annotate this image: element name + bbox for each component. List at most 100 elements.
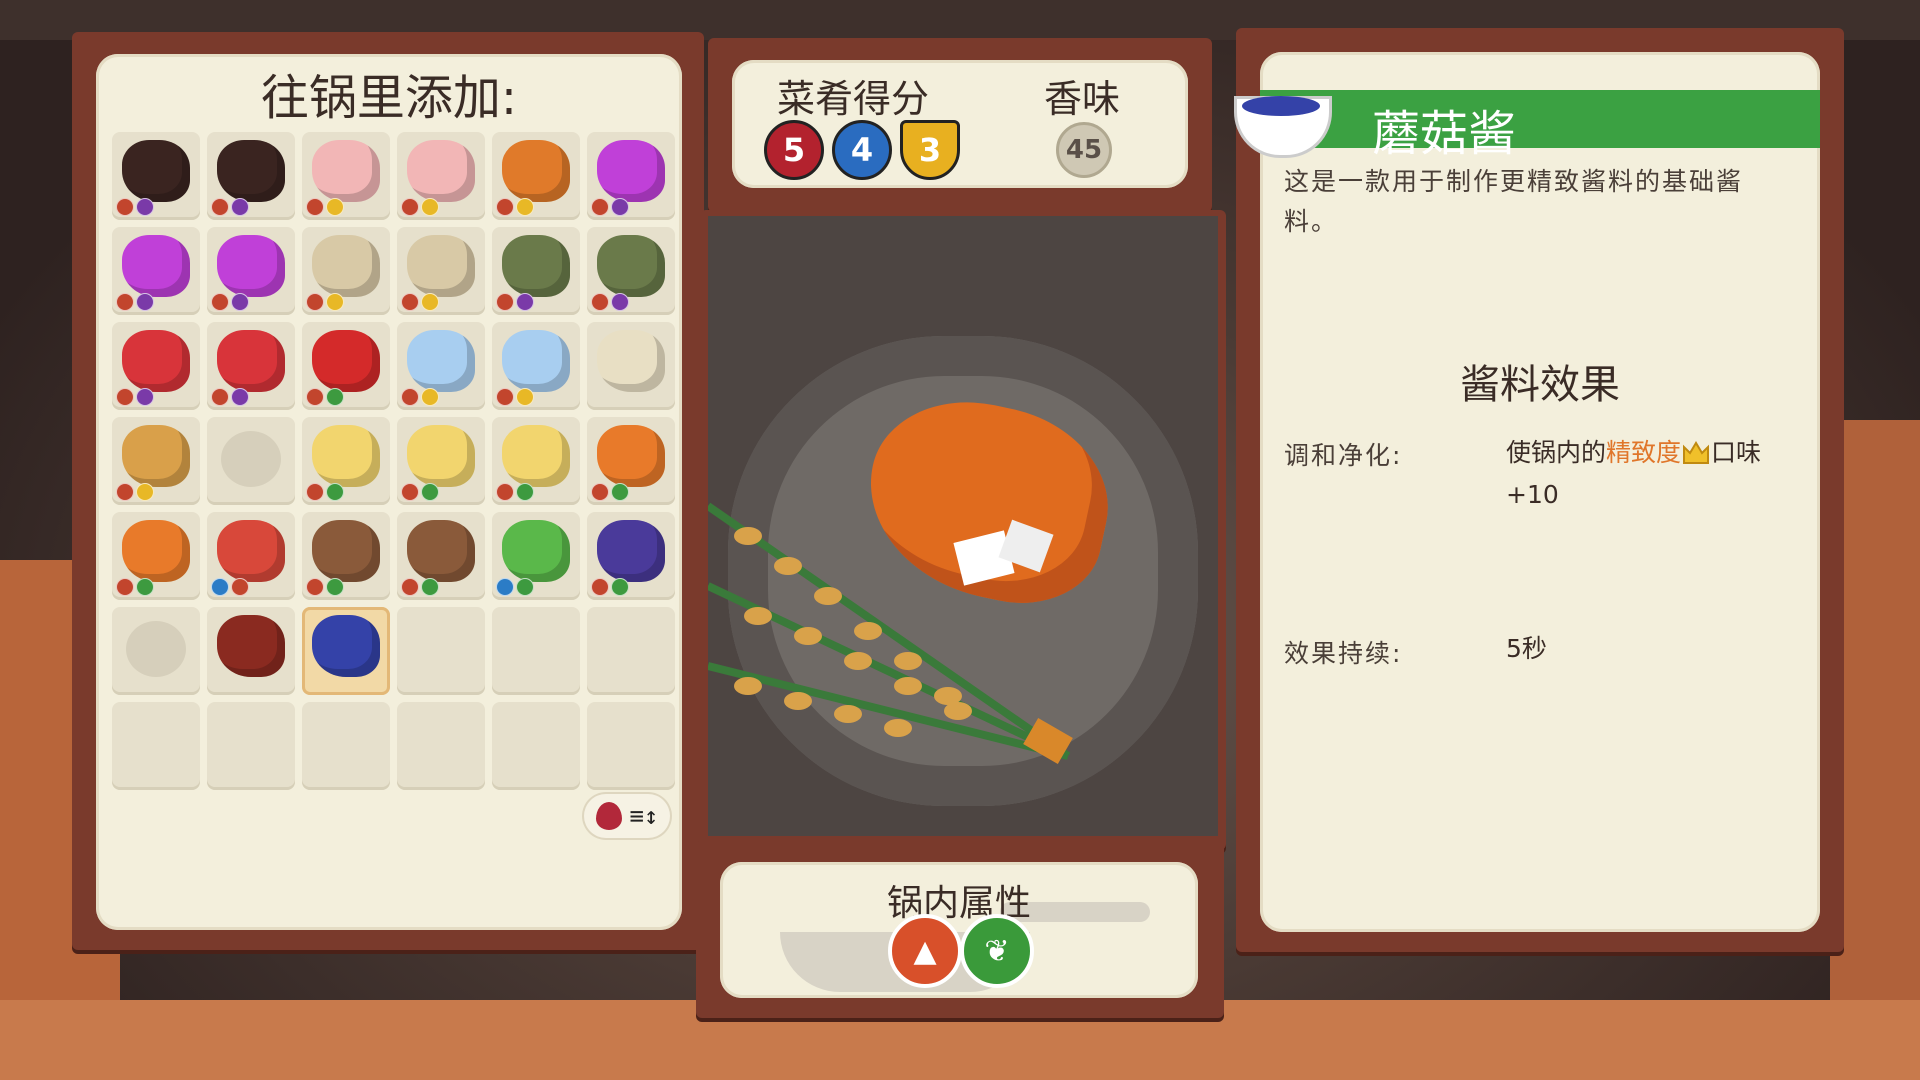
inventory-slot[interactable] (112, 512, 200, 600)
inventory-slot[interactable] (492, 322, 580, 410)
inventory-slot-empty[interactable] (397, 607, 485, 695)
inventory-slot[interactable] (302, 322, 390, 410)
inventory-slot[interactable] (112, 417, 200, 505)
inventory-slot[interactable] (112, 132, 200, 220)
inventory-slot[interactable] (112, 607, 200, 695)
inventory-slot[interactable] (397, 417, 485, 505)
inventory-slot[interactable] (207, 227, 295, 315)
potato-icon (407, 425, 475, 487)
witch-goblin-icon (597, 235, 665, 297)
inventory-slot-empty[interactable] (587, 607, 675, 695)
star-slime-icon (217, 235, 285, 297)
refinement-highlight: 精致度 (1606, 438, 1682, 467)
title-banner (1260, 90, 1820, 148)
inventory-slot[interactable] (302, 132, 390, 220)
red-attribute-badge-icon (401, 578, 419, 596)
inventory-slot-empty[interactable] (207, 702, 295, 790)
mountain-icon: ▲ (888, 914, 962, 988)
red-attribute-badge-icon (306, 388, 324, 406)
inventory-slot[interactable] (397, 227, 485, 315)
attribute-badges (591, 198, 629, 216)
refinement-crown-icon: 3 (900, 120, 960, 180)
red-attribute-badge-icon (211, 198, 229, 216)
red-attribute-badge-icon (591, 293, 609, 311)
inventory-slot[interactable] (397, 322, 485, 410)
attribute-badges (401, 293, 439, 311)
dish-score-label: 菜肴得分 (777, 77, 930, 121)
purple-attribute-badge-icon (136, 198, 154, 216)
attribute-badges (496, 483, 534, 501)
inventory-slot[interactable] (207, 512, 295, 600)
sauce-surface (1242, 96, 1320, 116)
inventory-slot[interactable] (302, 512, 390, 600)
purple-mushroom-icon (597, 520, 665, 582)
inventory-slot-empty[interactable] (587, 702, 675, 790)
yellow-attribute-badge-icon (136, 483, 154, 501)
refinement-crown-icon (1683, 441, 1710, 464)
sauce-jar-icon (217, 615, 285, 677)
attribute-badges (211, 388, 249, 406)
inventory-slot[interactable] (397, 512, 485, 600)
green-attribute-badge-icon (421, 578, 439, 596)
inventory-slot[interactable] (587, 417, 675, 505)
attribute-badges (116, 578, 154, 596)
wood-log-icon (312, 520, 380, 582)
green-attribute-badge-icon (516, 578, 534, 596)
inventory-slot[interactable] (492, 417, 580, 505)
blue-attribute-badge-icon (211, 578, 229, 596)
dark-meat-icon (122, 140, 190, 202)
inventory-slot[interactable] (302, 417, 390, 505)
inventory-slot[interactable] (112, 227, 200, 315)
red-attribute-badge-icon (496, 388, 514, 406)
green-attribute-badge-icon (611, 578, 629, 596)
milk-carton-icon (407, 330, 475, 392)
red-attribute-badge-icon (496, 483, 514, 501)
attribute-badges (116, 483, 154, 501)
attribute-badges (116, 198, 154, 216)
inventory-slot-empty[interactable] (302, 702, 390, 790)
purple-attribute-badge-icon (231, 198, 249, 216)
leaf-icon: ❦ (960, 914, 1034, 988)
inventory-slot[interactable] (397, 132, 485, 220)
yellow-attribute-badge-icon (421, 388, 439, 406)
inventory-slot[interactable] (587, 322, 675, 410)
inventory-slot-empty[interactable] (397, 702, 485, 790)
ingredient-grid (112, 132, 675, 790)
inventory-slot[interactable] (302, 607, 390, 695)
purple-attribute-badge-icon (231, 293, 249, 311)
inventory-slot[interactable] (492, 132, 580, 220)
inventory-slot[interactable] (112, 322, 200, 410)
sort-button[interactable]: ≡↕ (584, 794, 670, 838)
yellow-attribute-badge-icon (326, 293, 344, 311)
purple-attribute-badge-icon (231, 388, 249, 406)
star-slime-icon (597, 140, 665, 202)
dried-herb-bundle (708, 502, 1073, 764)
inventory-slot[interactable] (207, 132, 295, 220)
spotted-egg-icon (407, 235, 475, 297)
red-attribute-badge-icon (306, 578, 324, 596)
inventory-slot[interactable] (587, 132, 675, 220)
texture-circle-icon: 4 (832, 120, 892, 180)
aroma-label: 香味 (1044, 77, 1121, 121)
drumstick-icon (502, 140, 570, 202)
inventory-slot[interactable] (587, 227, 675, 315)
inventory-slot[interactable] (302, 227, 390, 315)
yellow-attribute-badge-icon (516, 388, 534, 406)
inventory-slot-empty[interactable] (492, 607, 580, 695)
red-attribute-badge-icon (116, 388, 134, 406)
inventory-slot[interactable] (492, 227, 580, 315)
green-onion-icon (502, 520, 570, 582)
inventory-slot[interactable] (207, 607, 295, 695)
witch-goblin-icon (502, 235, 570, 297)
inventory-slot[interactable] (207, 417, 295, 505)
inventory-slot[interactable] (587, 512, 675, 600)
effect-value-duration: 5秒 (1506, 634, 1547, 663)
dark-meat-icon (217, 140, 285, 202)
item-title: 蘑菇酱 (1372, 106, 1517, 162)
inventory-slot-empty[interactable] (112, 702, 200, 790)
inventory-slot[interactable] (207, 322, 295, 410)
flavor-drop-icon: 5 (764, 120, 824, 180)
purple-attribute-badge-icon (611, 198, 629, 216)
inventory-slot[interactable] (492, 512, 580, 600)
inventory-slot-empty[interactable] (492, 702, 580, 790)
